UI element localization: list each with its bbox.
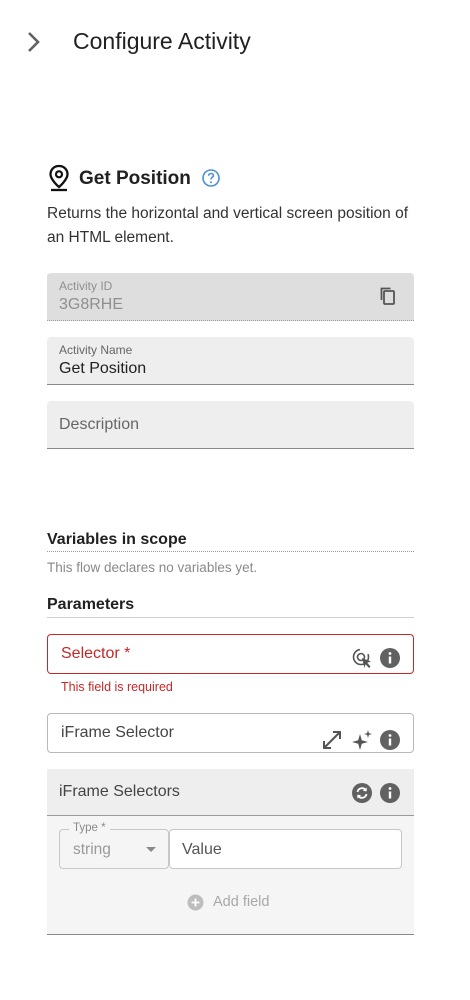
iframe-selectors-label: iFrame Selectors bbox=[59, 783, 180, 800]
expand-icon[interactable] bbox=[321, 729, 343, 751]
activity-id-field: Activity ID 3G8RHE bbox=[47, 273, 414, 321]
iframe-selector-label: iFrame Selector bbox=[61, 724, 174, 741]
chevron-right-icon[interactable] bbox=[24, 30, 44, 54]
page-title: Configure Activity bbox=[73, 28, 251, 54]
panel-header: Configure Activity bbox=[0, 0, 470, 84]
activity-id-value: 3G8RHE bbox=[59, 296, 124, 313]
value-placeholder: Value bbox=[182, 841, 222, 858]
activity-name-value[interactable]: Get Position bbox=[59, 360, 146, 378]
location-pin-icon bbox=[49, 164, 69, 192]
description-field[interactable]: Description bbox=[47, 401, 414, 449]
target-picker-icon[interactable] bbox=[351, 647, 373, 669]
info-icon[interactable] bbox=[379, 782, 401, 804]
selector-error: This field is required bbox=[61, 680, 173, 694]
activity-id-label: Activity ID bbox=[59, 279, 113, 293]
activity-name-field[interactable]: Activity Name Get Position bbox=[47, 337, 414, 385]
info-icon[interactable] bbox=[379, 647, 401, 669]
selector-input[interactable]: Selector * bbox=[47, 634, 414, 674]
help-circle-icon[interactable] bbox=[201, 168, 221, 188]
type-select[interactable]: Type * string bbox=[59, 822, 169, 869]
iframe-selector-input[interactable]: iFrame Selector bbox=[47, 713, 414, 753]
no-variables-text: This flow declares no variables yet. bbox=[47, 560, 258, 575]
iframe-selectors-group: iFrame Selectors Type * string Value Add… bbox=[47, 769, 414, 935]
selector-label: Selector * bbox=[61, 645, 131, 662]
add-field-label: Add field bbox=[213, 894, 270, 910]
info-icon[interactable] bbox=[379, 729, 401, 751]
activity-name-label: Activity Name bbox=[59, 343, 133, 357]
activity-description: Returns the horizontal and vertical scre… bbox=[47, 205, 409, 246]
value-input[interactable]: Value bbox=[169, 829, 402, 869]
parameters-heading: Parameters bbox=[47, 596, 414, 618]
iframe-selectors-header: iFrame Selectors bbox=[47, 769, 414, 816]
refresh-icon[interactable] bbox=[351, 782, 373, 804]
description-placeholder: Description bbox=[59, 416, 140, 433]
variables-heading: Variables in scope bbox=[47, 531, 414, 552]
type-label: Type * bbox=[69, 822, 110, 834]
add-circle-icon bbox=[187, 894, 204, 911]
sparkle-icon[interactable] bbox=[351, 729, 373, 751]
activity-heading: Get Position bbox=[47, 164, 427, 194]
copy-icon[interactable] bbox=[378, 286, 398, 306]
chevron-down-icon[interactable] bbox=[146, 847, 156, 852]
type-value: string bbox=[73, 841, 111, 858]
activity-name: Get Position bbox=[79, 168, 191, 189]
